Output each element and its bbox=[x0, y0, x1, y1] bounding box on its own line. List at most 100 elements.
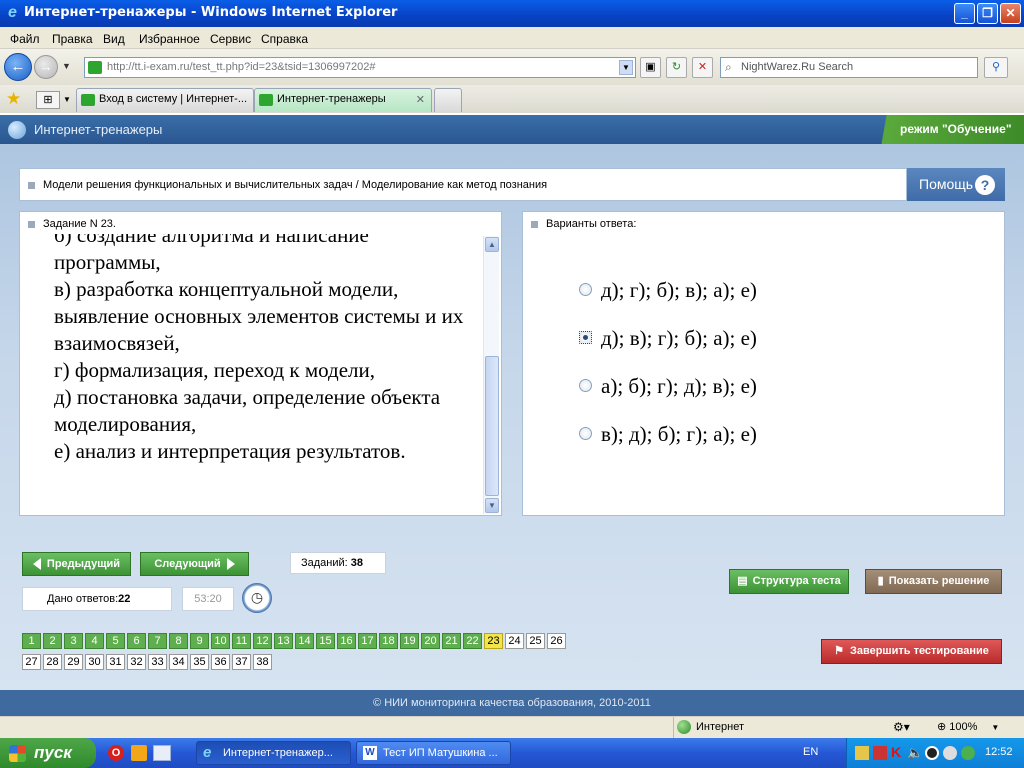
prev-button[interactable]: Предыдущий bbox=[22, 552, 131, 576]
stop-icon[interactable]: ✕ bbox=[692, 57, 713, 78]
question-number[interactable]: 25 bbox=[526, 633, 545, 649]
scroll-down-icon[interactable]: ▼ bbox=[485, 498, 499, 513]
protected-mode-icon[interactable]: ⚙▾ bbox=[893, 720, 910, 734]
language-indicator[interactable]: EN bbox=[803, 746, 818, 758]
question-number[interactable]: 9 bbox=[190, 633, 209, 649]
tray-app-icon[interactable] bbox=[961, 746, 975, 760]
question-number[interactable]: 4 bbox=[85, 633, 104, 649]
minimize-button[interactable]: _ bbox=[954, 3, 975, 24]
tab-list-dropdown-icon[interactable]: ▼ bbox=[63, 95, 71, 104]
menu-tools[interactable]: Сервис bbox=[210, 32, 251, 46]
question-number[interactable]: 2 bbox=[43, 633, 62, 649]
next-button[interactable]: Следующий bbox=[140, 552, 249, 576]
radio-button[interactable] bbox=[579, 283, 592, 296]
question-number[interactable]: 13 bbox=[274, 633, 293, 649]
question-number[interactable]: 28 bbox=[43, 654, 62, 670]
compat-view-icon[interactable]: ▣ bbox=[640, 57, 661, 78]
taskbar-item-word[interactable]: W Тест ИП Матушкина ... bbox=[356, 741, 511, 765]
tab-login[interactable]: Вход в систему | Интернет-... bbox=[76, 88, 254, 112]
question-number[interactable]: 32 bbox=[127, 654, 146, 670]
help-label: Помощь bbox=[919, 176, 974, 192]
question-number[interactable]: 26 bbox=[547, 633, 566, 649]
opera-icon[interactable]: O bbox=[108, 745, 124, 761]
quick-tabs-icon[interactable]: ⊞ bbox=[36, 91, 60, 109]
question-number[interactable]: 30 bbox=[85, 654, 104, 670]
help-button[interactable]: Помощь ? bbox=[907, 168, 1005, 201]
back-icon[interactable]: ← bbox=[4, 53, 32, 81]
history-dropdown-icon[interactable]: ▼ bbox=[62, 61, 71, 71]
start-button[interactable]: пуск bbox=[0, 738, 96, 768]
question-number[interactable]: 21 bbox=[442, 633, 461, 649]
menu-help[interactable]: Справка bbox=[261, 32, 308, 46]
radio-button[interactable] bbox=[579, 379, 592, 392]
refresh-icon[interactable]: ↻ bbox=[666, 57, 687, 78]
tab-close-icon[interactable]: ✕ bbox=[416, 93, 425, 106]
answer-option[interactable]: д); в); г); б); а); е) bbox=[579, 326, 979, 350]
radio-button-selected[interactable] bbox=[579, 331, 592, 344]
answer-option[interactable]: в); д); б); г); а); е) bbox=[579, 422, 979, 446]
question-number[interactable]: 11 bbox=[232, 633, 251, 649]
menu-file[interactable]: Файл bbox=[10, 32, 40, 46]
maximize-button[interactable]: ❐ bbox=[977, 3, 998, 24]
question-number[interactable]: 22 bbox=[463, 633, 482, 649]
menu-view[interactable]: Вид bbox=[103, 32, 125, 46]
question-number[interactable]: 33 bbox=[148, 654, 167, 670]
question-number[interactable]: 24 bbox=[505, 633, 524, 649]
zoom-control[interactable]: ⊕ 100% ▼ bbox=[937, 720, 999, 733]
question-number[interactable]: 1 bbox=[22, 633, 41, 649]
menu-favorites[interactable]: Избранное bbox=[139, 32, 200, 46]
question-number[interactable]: 37 bbox=[232, 654, 251, 670]
tab-trainers[interactable]: Интернет-тренажеры ✕ bbox=[254, 88, 432, 112]
question-number[interactable]: 14 bbox=[295, 633, 314, 649]
question-number[interactable]: 18 bbox=[379, 633, 398, 649]
address-input[interactable]: http://tt.i-exam.ru/test_tt.php?id=23&ts… bbox=[84, 57, 636, 78]
question-number[interactable]: 27 bbox=[22, 654, 41, 670]
question-number[interactable]: 17 bbox=[358, 633, 377, 649]
finish-test-button[interactable]: ⚑ Завершить тестирование bbox=[821, 639, 1002, 664]
radio-button[interactable] bbox=[579, 427, 592, 440]
question-number[interactable]: 29 bbox=[64, 654, 83, 670]
question-number[interactable]: 38 bbox=[253, 654, 272, 670]
question-number[interactable]: 19 bbox=[400, 633, 419, 649]
question-number[interactable]: 35 bbox=[190, 654, 209, 670]
question-number[interactable]: 20 bbox=[421, 633, 440, 649]
question-number[interactable]: 31 bbox=[106, 654, 125, 670]
tray-app-icon[interactable] bbox=[855, 746, 869, 760]
task-scrollbar[interactable]: ▲ ▼ bbox=[483, 236, 499, 514]
show-solution-button[interactable]: ▮ Показать решение bbox=[865, 569, 1002, 594]
tray-app-icon[interactable] bbox=[943, 746, 957, 760]
question-number[interactable]: 23 bbox=[484, 633, 503, 649]
question-number[interactable]: 12 bbox=[253, 633, 272, 649]
question-number[interactable]: 36 bbox=[211, 654, 230, 670]
question-number[interactable]: 5 bbox=[106, 633, 125, 649]
address-dropdown-icon[interactable]: ▼ bbox=[619, 60, 633, 75]
question-number[interactable]: 6 bbox=[127, 633, 146, 649]
scroll-up-icon[interactable]: ▲ bbox=[485, 237, 499, 252]
taskbar-item-ie[interactable]: e Интернет-тренажер... bbox=[196, 741, 351, 765]
close-button[interactable]: ✕ bbox=[1000, 3, 1021, 24]
search-input[interactable]: ⌕ NightWarez.Ru Search bbox=[720, 57, 978, 78]
question-number[interactable]: 10 bbox=[211, 633, 230, 649]
question-number[interactable]: 15 bbox=[316, 633, 335, 649]
media-player-icon[interactable] bbox=[131, 745, 147, 761]
test-structure-button[interactable]: ▤ Структура теста bbox=[729, 569, 849, 594]
favorites-star-icon[interactable]: ★ bbox=[6, 89, 21, 109]
new-tab-button[interactable] bbox=[434, 88, 462, 112]
search-go-icon[interactable]: ⚲ bbox=[984, 57, 1008, 78]
answer-option[interactable]: д); г); б); в); а); е) bbox=[579, 278, 979, 302]
show-desktop-icon[interactable] bbox=[153, 745, 171, 761]
forward-icon[interactable]: → bbox=[34, 55, 58, 79]
volume-icon[interactable]: 🔈 bbox=[907, 745, 923, 761]
answer-option[interactable]: а); б); г); д); в); е) bbox=[579, 374, 979, 398]
scroll-thumb[interactable] bbox=[485, 356, 499, 496]
ie-logo-icon: e bbox=[8, 4, 17, 21]
antivirus-icon[interactable]: K bbox=[891, 744, 901, 760]
tray-app-icon[interactable] bbox=[873, 746, 887, 760]
question-number[interactable]: 8 bbox=[169, 633, 188, 649]
tray-app-icon[interactable] bbox=[925, 746, 939, 760]
question-number[interactable]: 34 bbox=[169, 654, 188, 670]
menu-edit[interactable]: Правка bbox=[52, 32, 93, 46]
question-number[interactable]: 16 bbox=[337, 633, 356, 649]
question-number[interactable]: 3 bbox=[64, 633, 83, 649]
question-number[interactable]: 7 bbox=[148, 633, 167, 649]
